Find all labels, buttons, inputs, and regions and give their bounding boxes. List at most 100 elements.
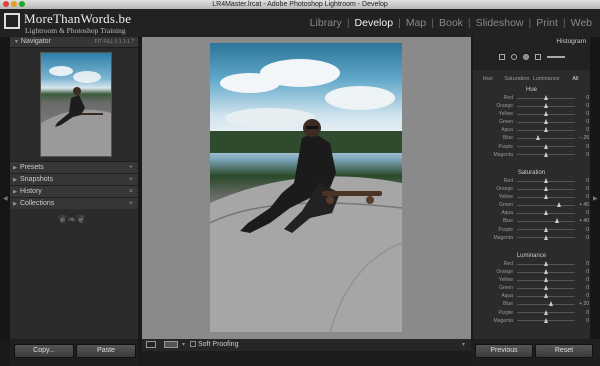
slider-value[interactable]: 0: [575, 94, 589, 102]
slider-value[interactable]: 0: [575, 234, 589, 242]
navigator-zoom-options[interactable]: FIT FILL 1:1 1:1 ?: [95, 37, 134, 47]
slider-thumb[interactable]: [543, 186, 548, 192]
module-web[interactable]: Web: [569, 17, 594, 29]
slider-value[interactable]: 0: [575, 317, 589, 325]
module-slideshow[interactable]: Slideshow: [474, 17, 526, 29]
slider-purple[interactable]: Purple 0: [473, 226, 590, 234]
slider-value[interactable]: 0: [575, 102, 589, 110]
slider-track[interactable]: [517, 137, 575, 139]
slider-orange[interactable]: Orange 0: [473, 102, 590, 110]
add-collection-icon[interactable]: +: [129, 198, 133, 209]
slider-purple[interactable]: Purple 0: [473, 309, 590, 317]
slider-value[interactable]: 0: [575, 193, 589, 201]
left-panel-toggle[interactable]: ◀: [0, 37, 10, 339]
slider-thumb[interactable]: [543, 151, 548, 157]
slider-thumb[interactable]: [543, 234, 548, 240]
slider-value[interactable]: + 40: [575, 217, 589, 225]
slider-thumb[interactable]: [536, 135, 541, 141]
redeye-tool-icon[interactable]: [522, 54, 529, 60]
slider-yellow[interactable]: Yellow 0: [473, 193, 590, 201]
slider-thumb[interactable]: [543, 103, 548, 109]
slider-value[interactable]: 0: [575, 177, 589, 185]
paste-button[interactable]: Paste: [76, 344, 136, 358]
slider-aqua[interactable]: Aqua 0: [473, 126, 590, 134]
slider-thumb[interactable]: [543, 285, 548, 291]
slider-green[interactable]: Green + 45: [473, 201, 590, 209]
adjustment-brush-icon[interactable]: [546, 56, 565, 58]
tab-luminance[interactable]: Luminance: [532, 74, 561, 84]
copy-button[interactable]: Copy...: [14, 344, 74, 358]
slider-aqua[interactable]: Aqua 0: [473, 209, 590, 217]
slider-yellow[interactable]: Yellow 0: [473, 276, 590, 284]
navigator-preview[interactable]: [40, 52, 112, 157]
slider-magenta[interactable]: Magenta 0: [473, 317, 590, 325]
reset-button[interactable]: Reset: [535, 344, 593, 358]
slider-thumb[interactable]: [543, 95, 548, 100]
slider-value[interactable]: 0: [575, 209, 589, 217]
slider-orange[interactable]: Orange 0: [473, 185, 590, 193]
add-snapshot-icon[interactable]: +: [129, 174, 133, 185]
navigator-header[interactable]: ▼ Navigator FIT FILL 1:1 1:1 ?: [10, 37, 138, 48]
before-after-dropdown-icon[interactable]: ▾: [182, 339, 185, 351]
slider-thumb[interactable]: [543, 261, 548, 266]
history-panel-header[interactable]: ▶ History ×: [10, 185, 138, 197]
slider-thumb[interactable]: [549, 301, 554, 307]
slider-green[interactable]: Green 0: [473, 284, 590, 292]
slider-thumb[interactable]: [543, 194, 548, 200]
module-library[interactable]: Library: [308, 17, 344, 29]
slider-red[interactable]: Red 0: [473, 260, 590, 268]
slider-thumb[interactable]: [556, 202, 561, 208]
module-develop[interactable]: Develop: [353, 17, 396, 29]
module-map[interactable]: Map: [404, 17, 428, 29]
slider-value[interactable]: + 20: [575, 300, 589, 308]
slider-thumb[interactable]: [543, 111, 548, 117]
tab-all[interactable]: All: [561, 74, 590, 84]
loupe-view-icon[interactable]: [146, 341, 156, 348]
tab-saturation[interactable]: Saturation: [502, 74, 531, 84]
slider-value[interactable]: 0: [575, 260, 589, 268]
slider-value[interactable]: 0: [575, 185, 589, 193]
slider-thumb[interactable]: [543, 293, 548, 299]
toolbar-menu-icon[interactable]: ▾: [462, 339, 465, 351]
slider-value[interactable]: 0: [575, 292, 589, 300]
before-after-icon[interactable]: [164, 341, 178, 348]
photo-preview[interactable]: [210, 43, 402, 332]
slider-thumb[interactable]: [543, 143, 548, 149]
presets-panel-header[interactable]: ▶ Presets +: [10, 161, 138, 173]
soft-proofing-checkbox[interactable]: [190, 341, 196, 347]
collections-panel-header[interactable]: ▶ Collections +: [10, 197, 138, 209]
slider-blue[interactable]: Blue − 25: [473, 134, 590, 142]
slider-value[interactable]: 0: [575, 268, 589, 276]
slider-value[interactable]: 0: [575, 276, 589, 284]
slider-magenta[interactable]: Magenta 0: [473, 151, 590, 159]
slider-blue[interactable]: Blue + 20: [473, 300, 590, 308]
slider-track[interactable]: [517, 220, 575, 222]
slider-thumb[interactable]: [543, 119, 548, 125]
slider-thumb[interactable]: [543, 210, 548, 216]
slider-thumb[interactable]: [543, 269, 548, 275]
slider-green[interactable]: Green 0: [473, 118, 590, 126]
slider-track[interactable]: [517, 204, 575, 206]
slider-red[interactable]: Red 0: [473, 94, 590, 102]
tab-hue[interactable]: Hue: [473, 74, 502, 84]
snapshots-panel-header[interactable]: ▶ Snapshots +: [10, 173, 138, 185]
slider-value[interactable]: 0: [575, 284, 589, 292]
slider-thumb[interactable]: [543, 127, 548, 133]
slider-yellow[interactable]: Yellow 0: [473, 110, 590, 118]
slider-thumb[interactable]: [543, 277, 548, 283]
histogram-panel[interactable]: Histogram: [473, 37, 590, 70]
slider-track[interactable]: [517, 303, 575, 305]
slider-value[interactable]: 0: [575, 309, 589, 317]
slider-thumb[interactable]: [543, 317, 548, 323]
slider-magenta[interactable]: Magenta 0: [473, 234, 590, 242]
clear-history-icon[interactable]: ×: [129, 186, 133, 197]
crop-tool-icon[interactable]: [498, 54, 505, 60]
slider-value[interactable]: 0: [575, 110, 589, 118]
spot-removal-icon[interactable]: [510, 54, 517, 60]
slider-aqua[interactable]: Aqua 0: [473, 292, 590, 300]
graduated-filter-icon[interactable]: [534, 54, 541, 60]
slider-value[interactable]: 0: [575, 143, 589, 151]
slider-thumb[interactable]: [543, 178, 548, 183]
slider-thumb[interactable]: [543, 309, 548, 315]
add-preset-icon[interactable]: +: [129, 162, 133, 173]
